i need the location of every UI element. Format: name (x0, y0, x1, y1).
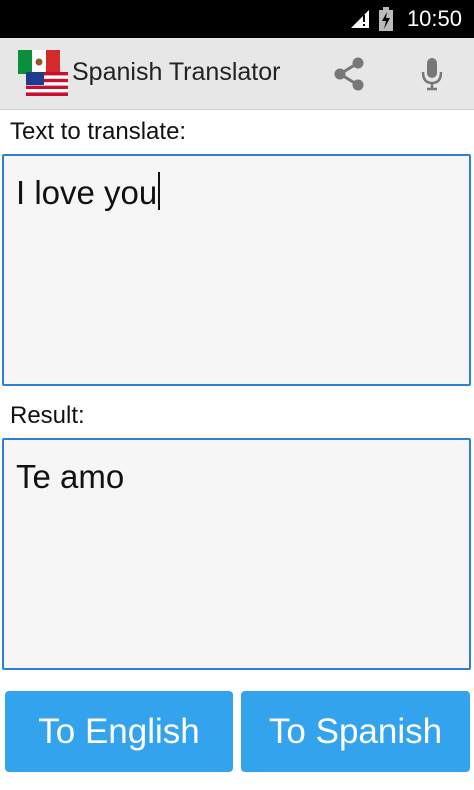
input-text: I love you (16, 174, 158, 211)
text-cursor (158, 172, 161, 211)
action-bar: Spanish Translator (0, 38, 474, 110)
result-label: Result: (10, 402, 85, 429)
to-english-button[interactable]: To English (5, 691, 233, 772)
share-icon (334, 57, 364, 91)
mexico-flag-icon (18, 50, 60, 74)
status-bar: 10:50 (0, 0, 474, 38)
status-icons: 10:50 (349, 6, 462, 32)
app-title: Spanish Translator (72, 58, 281, 86)
microphone-button[interactable] (414, 54, 450, 94)
result-field[interactable]: Te amo (2, 438, 471, 670)
input-label: Text to translate: (10, 118, 187, 145)
signal-icon (350, 10, 369, 28)
result-text: Te amo (16, 458, 125, 495)
status-clock: 10:50 (406, 6, 462, 31)
microphone-icon (421, 58, 443, 91)
app-flags-icon (16, 48, 70, 98)
battery-charging-icon (378, 7, 393, 31)
share-button[interactable] (329, 54, 369, 94)
text-to-translate-field[interactable]: I love you (2, 154, 471, 386)
to-spanish-button[interactable]: To Spanish (241, 691, 470, 772)
usa-flag-icon (26, 72, 68, 96)
